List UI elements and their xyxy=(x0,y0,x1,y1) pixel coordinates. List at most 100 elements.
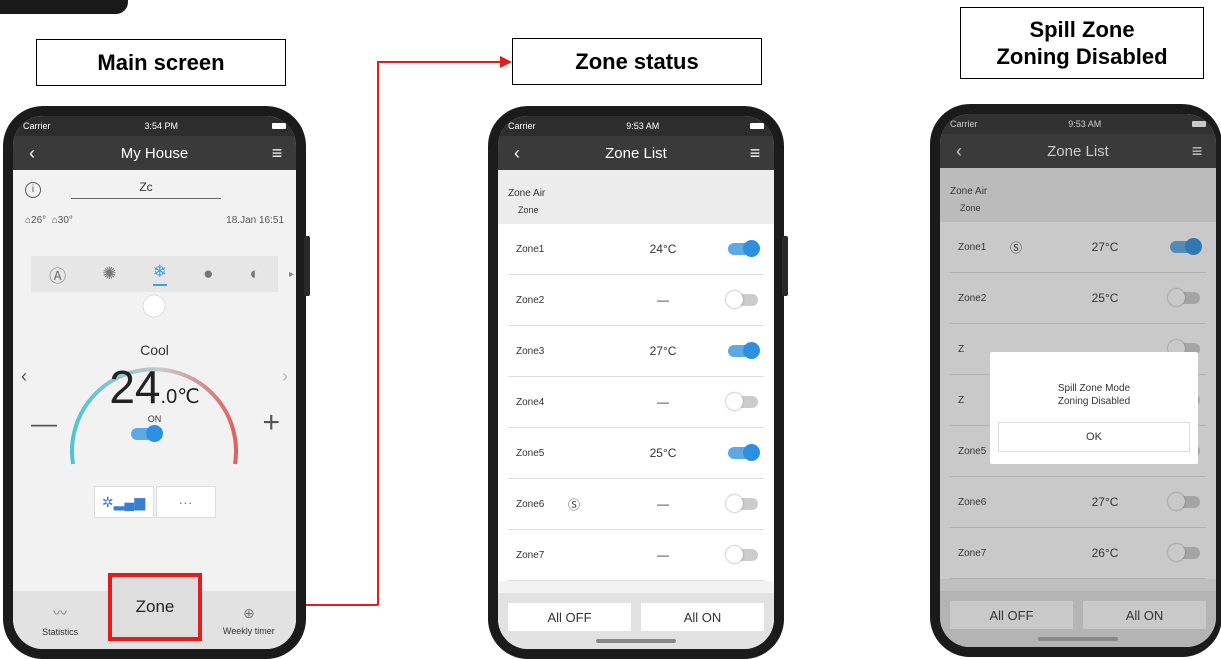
back-icon[interactable]: ‹ xyxy=(23,143,41,164)
zone-name[interactable]: Zc xyxy=(71,180,221,199)
tab-weekly-timer-label: Weekly timer xyxy=(222,625,275,636)
statistics-icon: 〰 xyxy=(53,605,68,621)
zone-toggle[interactable] xyxy=(728,444,760,461)
zone-status-label: Zone status xyxy=(512,38,762,85)
auto-mode-icon[interactable]: Ⓐ xyxy=(49,262,66,287)
side-button xyxy=(782,236,788,296)
page-title: My House xyxy=(120,144,189,162)
decrease-temp-icon[interactable]: — xyxy=(31,408,57,439)
zone-temperature: 25°C xyxy=(649,446,677,460)
carrier-label: Carrier xyxy=(23,121,51,131)
power-toggle[interactable] xyxy=(131,425,163,442)
carrier-label: Carrier xyxy=(508,121,536,131)
spill-zone-label: Spill Zone Zoning Disabled xyxy=(960,7,1204,79)
zone-toggle-wrap xyxy=(728,342,760,359)
zone-temperature: — xyxy=(657,548,669,562)
toggle-knob xyxy=(743,444,760,461)
temperature-dial: Cool 24.0℃ ON ‹ › — + xyxy=(13,292,296,482)
spill-zone-dialog: Spill Zone Mode Zoning Disabled OK xyxy=(990,352,1198,464)
zone-toggle-wrap xyxy=(726,546,758,563)
app-header: ‹ Zone List ≡ xyxy=(498,136,774,170)
zone-temperature: — xyxy=(657,395,669,409)
dialog-ok-button[interactable]: OK xyxy=(998,422,1190,452)
fan-speed-icon: ✲▂▄▆ xyxy=(101,493,146,510)
cool-mode-icon[interactable]: ❄ xyxy=(152,262,167,286)
zone-toggle[interactable] xyxy=(726,291,758,308)
zone-toggle-wrap xyxy=(726,495,758,512)
all-off-button[interactable]: All OFF xyxy=(508,603,631,631)
spill-icon: Ⓢ xyxy=(568,497,581,512)
weekly-timer-icon: ⊕ xyxy=(242,604,255,621)
zone-toggle[interactable] xyxy=(726,393,758,410)
zone-temperature: — xyxy=(657,497,669,511)
zone-toggle[interactable] xyxy=(726,495,758,512)
next-icon[interactable]: › xyxy=(282,366,288,387)
section-title: Zone Air xyxy=(508,188,546,199)
spill-zone-label-line1: Spill Zone xyxy=(1029,17,1135,42)
more-options-button[interactable]: ··· xyxy=(155,486,216,518)
phone-spill-zone: Carrier 9:53 AM ‹ Zone List ≡ Zone Air Z… xyxy=(930,104,1221,657)
previous-icon[interactable]: ‹ xyxy=(21,366,27,387)
zone-list-screen: Carrier 9:53 AM ‹ Zone List ≡ Zone Air Z… xyxy=(498,116,774,649)
heat-mode-icon[interactable]: ✺ xyxy=(102,264,116,284)
page-title: Zone List xyxy=(605,144,667,162)
zone-name: Zone5 xyxy=(516,447,545,459)
all-on-button[interactable]: All ON xyxy=(641,603,764,631)
toggle-knob xyxy=(146,425,163,442)
zone-status-label-text: Zone status xyxy=(575,49,699,74)
indoor-temp: 26° xyxy=(31,215,47,226)
dial-handle[interactable] xyxy=(142,294,166,318)
set-temperature: 24.0℃ xyxy=(13,360,296,414)
toggle-knob xyxy=(726,393,743,410)
fan-speed-button[interactable]: ✲▂▄▆ xyxy=(93,486,154,518)
menu-icon[interactable]: ≡ xyxy=(268,143,286,164)
home-indicator xyxy=(596,639,676,643)
zone-row: Zone7 — xyxy=(508,530,764,581)
spill-zone-label-line2: Zoning Disabled xyxy=(996,44,1168,69)
dialog-line2: Zoning Disabled xyxy=(1057,396,1131,407)
temp-decimal: .0℃ xyxy=(160,386,200,408)
zone-row: Zone1 24°C xyxy=(508,224,764,275)
zone-temperature: 24°C xyxy=(649,242,677,256)
zone-row: Zone4 — xyxy=(508,377,764,428)
zone-row: Zone5 25°C xyxy=(508,428,764,479)
zone-toggle[interactable] xyxy=(728,342,760,359)
zone-row: Zone2 — xyxy=(508,275,764,326)
tab-statistics[interactable]: 〰 Statistics xyxy=(13,591,107,649)
zone-row: Zone6 Ⓢ — xyxy=(508,479,764,530)
main-screen: Carrier 3:54 PM ‹ My House ≡ i Zc ⌂26° ⌂… xyxy=(13,116,296,649)
dry-mode-icon[interactable]: ● xyxy=(203,264,213,284)
dialog-message: Spill Zone Mode Zoning Disabled xyxy=(990,352,1198,408)
tab-zone-label: Zone xyxy=(135,597,175,616)
zone-name: Zone6 xyxy=(516,498,545,510)
zone-toggle[interactable] xyxy=(728,240,760,257)
connector-line-c xyxy=(377,61,503,63)
dialog-line1: Spill Zone Mode xyxy=(1057,383,1131,394)
battery-icon xyxy=(271,123,286,129)
zone-name: Zone7 xyxy=(516,549,545,561)
tab-weekly-timer[interactable]: ⊕ Weekly timer xyxy=(202,591,296,649)
home-indicator xyxy=(1038,637,1118,641)
toggle-knob xyxy=(726,495,743,512)
back-icon[interactable]: ‹ xyxy=(508,143,526,164)
tab-zone[interactable]: Zone xyxy=(108,573,202,641)
zone-row: Zone3 27°C xyxy=(508,326,764,377)
info-icon[interactable]: i xyxy=(25,181,41,198)
mode-label: Cool xyxy=(140,342,169,358)
date-time: 18.Jan 16:51 xyxy=(226,215,284,226)
temp-integer: 24 xyxy=(109,361,161,413)
increase-temp-icon[interactable]: + xyxy=(262,406,280,440)
menu-icon[interactable]: ≡ xyxy=(746,143,764,164)
zone-toggle-wrap xyxy=(726,393,758,410)
mode-scroll-right-icon[interactable]: ▸ xyxy=(289,269,294,280)
mode-selector: Ⓐ ✺ ❄ ● ◐ ▸ xyxy=(31,256,294,292)
connector-arrowhead xyxy=(500,56,512,68)
temperature-row: ⌂26° ⌂30° 18.Jan 16:51 xyxy=(13,199,296,226)
zone-name: Zone1 xyxy=(516,243,545,255)
zone-temperature: 27°C xyxy=(649,344,677,358)
nanoe-mode-icon[interactable]: ◐ xyxy=(250,264,260,284)
zone-info-row: i Zc xyxy=(13,170,296,199)
zone-toggle[interactable] xyxy=(726,546,758,563)
fan-controls: ✲▂▄▆ ··· xyxy=(13,486,296,518)
tab-statistics-label: Statistics xyxy=(42,627,79,637)
